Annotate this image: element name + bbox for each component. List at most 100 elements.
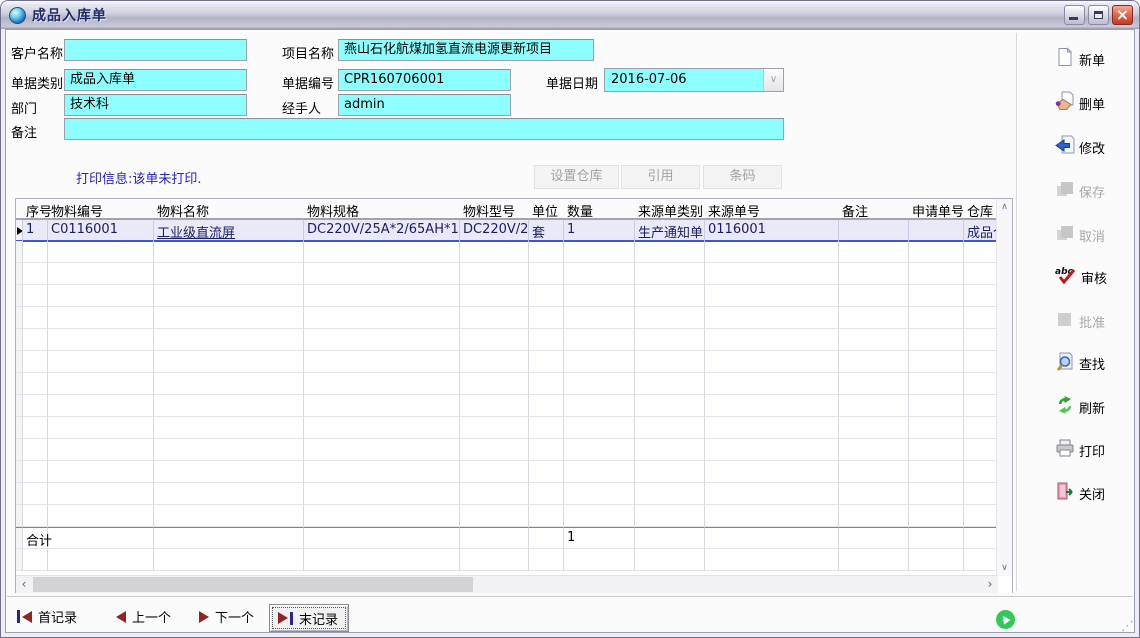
grid-column-header: 备注 bbox=[839, 199, 909, 218]
vertical-scrollbar[interactable] bbox=[996, 199, 1012, 576]
table-row-empty[interactable] bbox=[16, 285, 998, 307]
first-record-icon bbox=[17, 610, 32, 623]
scroll-right-icon[interactable] bbox=[982, 576, 998, 593]
sidebar-button-cancel[interactable]: 取消 bbox=[1055, 223, 1105, 247]
next-record-button[interactable]: 下一个 bbox=[199, 607, 254, 626]
grid-header-row: 序号物料编号物料名称物料规格物料型号单位数量来源单类别来源单号备注申请单号仓库 bbox=[16, 199, 998, 219]
scroll-up-icon[interactable] bbox=[997, 199, 1012, 215]
total-quantity: 1 bbox=[564, 527, 635, 549]
customer-name-field[interactable] bbox=[64, 39, 247, 61]
grid-column-header: 物料规格 bbox=[304, 199, 460, 218]
grid-column-header: 物料名称 bbox=[154, 199, 304, 218]
table-row-selected[interactable]: 1C0116001工业级直流屏DC220V/25A*2/65AH*18DC220… bbox=[16, 219, 998, 241]
grid-column-header: 仓库 bbox=[964, 199, 998, 218]
row-selector-marker bbox=[16, 219, 23, 242]
last-record-icon bbox=[278, 612, 293, 625]
app-window: 成品入库单 客户名称 项目名称 燕山石化航煤加氢直流电源更新项目 单据类别 成品… bbox=[0, 0, 1140, 638]
sidebar-button-label: 删单 bbox=[1079, 94, 1105, 113]
grid-column-header bbox=[16, 199, 23, 218]
edit-doc-icon bbox=[1055, 135, 1075, 159]
sidebar-button-search[interactable]: 查找 bbox=[1055, 351, 1105, 375]
table-row-empty[interactable] bbox=[16, 263, 998, 285]
audit-icon: abc bbox=[1055, 265, 1077, 289]
table-row-empty[interactable] bbox=[16, 395, 998, 417]
table-row-empty[interactable] bbox=[16, 461, 998, 483]
grid-cell: DC220V/25A*2/65AH*18 bbox=[304, 219, 460, 242]
previous-record-label: 上一个 bbox=[132, 607, 171, 626]
sidebar-button-save[interactable]: 保存 bbox=[1055, 179, 1105, 203]
scroll-down-icon[interactable] bbox=[997, 560, 1012, 576]
table-row-empty[interactable] bbox=[16, 417, 998, 439]
grid-cell: 生产通知单 bbox=[635, 219, 705, 242]
last-record-button[interactable]: 末记录 bbox=[269, 604, 349, 632]
grid-area: 序号物料编号物料名称物料规格物料型号单位数量来源单类别来源单号备注申请单号仓库1… bbox=[16, 199, 998, 576]
remark-field[interactable] bbox=[64, 118, 784, 140]
grid-column-header: 单位 bbox=[529, 199, 564, 218]
table-row-empty[interactable] bbox=[16, 351, 998, 373]
sidebar-button-approve[interactable]: 批准 bbox=[1055, 309, 1105, 333]
scrollbar-thumb[interactable] bbox=[33, 577, 473, 592]
table-total-row: 合计1 bbox=[16, 527, 998, 549]
grid-column-header: 申请单号 bbox=[909, 199, 964, 218]
barcode-button[interactable]: 条码 bbox=[703, 165, 782, 189]
scroll-left-icon[interactable] bbox=[16, 576, 32, 593]
statusbar-divider bbox=[7, 596, 1133, 597]
search-icon bbox=[1055, 351, 1075, 375]
department-field[interactable]: 技术科 bbox=[64, 94, 247, 116]
table-row-empty[interactable] bbox=[16, 329, 998, 351]
table-row-empty[interactable] bbox=[16, 439, 998, 461]
first-record-button[interactable]: 首记录 bbox=[17, 607, 77, 626]
set-warehouse-button[interactable]: 设置仓库 bbox=[534, 165, 619, 189]
horizontal-scrollbar[interactable] bbox=[16, 575, 998, 593]
next-record-icon bbox=[199, 611, 209, 623]
sidebar-button-label: 打印 bbox=[1079, 441, 1105, 460]
sidebar-button-label: 查找 bbox=[1079, 354, 1105, 373]
table-row-empty[interactable] bbox=[16, 483, 998, 505]
handler-field[interactable]: admin bbox=[338, 94, 511, 116]
title-bar[interactable]: 成品入库单 bbox=[1, 1, 1139, 29]
grid-cell: 0116001 bbox=[705, 219, 839, 242]
grid-cell: 1 bbox=[23, 219, 48, 242]
grid-column-header: 来源单类别 bbox=[635, 199, 705, 218]
last-record-label: 末记录 bbox=[299, 609, 338, 628]
print-icon bbox=[1055, 438, 1075, 462]
grid-cell: 套 bbox=[529, 219, 564, 242]
grid-column-header: 数量 bbox=[564, 199, 635, 218]
sidebar-button-label: 取消 bbox=[1079, 226, 1105, 245]
project-name-field[interactable]: 燕山石化航煤加氢直流电源更新项目 bbox=[338, 39, 594, 61]
new-doc-icon bbox=[1055, 47, 1075, 71]
sidebar-button-close-form[interactable]: 关闭 bbox=[1055, 481, 1105, 505]
maximize-button[interactable] bbox=[1088, 5, 1109, 25]
doc-date-label: 单据日期 bbox=[546, 73, 598, 92]
table-row-empty[interactable] bbox=[16, 307, 998, 329]
status-sync-icon bbox=[996, 610, 1015, 629]
sidebar-button-print[interactable]: 打印 bbox=[1055, 438, 1105, 462]
reference-button[interactable]: 引用 bbox=[621, 165, 700, 189]
project-name-label: 项目名称 bbox=[282, 43, 334, 62]
sidebar-button-delete-doc[interactable]: 删单 bbox=[1055, 91, 1105, 115]
sidebar-button-new-doc[interactable]: 新单 bbox=[1055, 47, 1105, 71]
doc-date-combobox[interactable]: 2016-07-06 bbox=[604, 68, 784, 92]
grid-cell: DC220V/25A bbox=[460, 219, 529, 242]
grid-cell bbox=[839, 219, 909, 242]
resize-grip-icon[interactable] bbox=[1121, 620, 1134, 633]
minimize-button[interactable] bbox=[1064, 5, 1085, 25]
grid-cell: 成品仓库 bbox=[964, 219, 998, 242]
table-row-empty[interactable] bbox=[16, 549, 998, 571]
table-row-empty[interactable] bbox=[16, 373, 998, 395]
grid-cell: C0116001 bbox=[48, 219, 154, 242]
table-row-empty[interactable] bbox=[16, 505, 998, 527]
sidebar-button-label: 批准 bbox=[1079, 312, 1105, 331]
refresh-icon bbox=[1055, 395, 1075, 419]
previous-record-button[interactable]: 上一个 bbox=[116, 607, 171, 626]
chevron-down-icon[interactable] bbox=[763, 69, 783, 91]
table-row-empty[interactable] bbox=[16, 241, 998, 263]
sidebar-button-audit[interactable]: abc审核 bbox=[1055, 265, 1107, 289]
sidebar-button-edit-doc[interactable]: 修改 bbox=[1055, 135, 1105, 159]
doc-no-field[interactable]: CPR160706001 bbox=[338, 69, 511, 91]
doc-type-field[interactable]: 成品入库单 bbox=[64, 69, 247, 91]
sidebar-button-refresh[interactable]: 刷新 bbox=[1055, 395, 1105, 419]
sidebar-button-label: 关闭 bbox=[1079, 484, 1105, 503]
close-button[interactable] bbox=[1112, 5, 1133, 25]
first-record-label: 首记录 bbox=[38, 607, 77, 626]
